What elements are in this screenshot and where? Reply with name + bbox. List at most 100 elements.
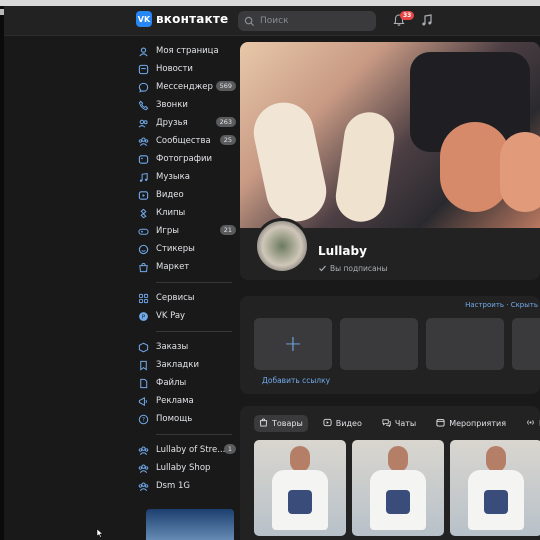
sidebar-item[interactable]: Друзья 263 [138,114,238,132]
tab-label: Видео [335,419,362,428]
avatar[interactable] [254,218,310,274]
add-link-label[interactable]: Добавить ссылку [262,376,330,385]
link-tile[interactable] [512,318,540,370]
sidebar-item[interactable]: Клипы [138,204,238,222]
svg-text:?: ? [142,416,145,423]
sidebar-item-label: Новости [156,64,193,74]
top-header: VK вконтакте 33 [4,6,540,36]
sidebar-item[interactable]: Мессенджер 569 [138,78,238,96]
sidebar-item[interactable]: Видео [138,186,238,204]
left-sidebar: Моя страница Новости Мессенджер 569 Звонки Др… [138,42,238,540]
tab-broadcast[interactable]: Реп [521,415,540,432]
sidebar-item[interactable]: Dsm 1G [138,477,238,495]
link-tile[interactable] [340,318,418,370]
group-icon [138,463,149,474]
sidebar-item[interactable]: Заказы [138,338,238,356]
product-list: Футболка оверсайз "де...Футболка оверсай… [254,440,540,540]
search-icon [244,16,255,26]
messenger-icon [138,82,149,93]
tab-bag[interactable]: Товары [254,415,308,432]
sidebar-item[interactable]: Музыка [138,168,238,186]
sidebar-item[interactable]: Закладки [138,356,238,374]
sidebar-divider [156,434,232,435]
product-image [450,440,540,536]
promo-banner[interactable] [146,509,234,540]
sidebar-item-label: Звонки [156,100,188,110]
news-icon [138,64,149,75]
video-icon [323,418,332,429]
music-icon [138,172,149,183]
sidebar-divider [156,282,232,283]
profile-icon [138,46,149,57]
group-icon [138,445,149,456]
sidebar-item[interactable]: Файлы [138,374,238,392]
subscription-status[interactable]: Вы подписаны [318,264,387,273]
count-badge: 1 [223,444,236,454]
sidebar-item[interactable]: Lullaby Shop [138,459,238,477]
sidebar-item[interactable]: Стикеры [138,240,238,258]
count-badge: 263 [215,117,236,127]
group-icon [138,481,149,492]
sidebar-divider [156,331,232,332]
sidebar-item-label: VK Pay [156,311,186,321]
sidebar-item-label: Сервисы [156,293,195,303]
sidebar-item[interactable]: Маркет [138,258,238,276]
browser-viewport: VK вконтакте 33 Моя страница Новости Мессе… [4,6,540,540]
link-tile[interactable] [426,318,504,370]
services-icon [138,293,149,304]
product-card[interactable]: Футболка оверсайз "де... [352,440,444,540]
sidebar-item-label: Файлы [156,378,187,388]
tab-calendar[interactable]: Мероприятия [431,415,511,432]
sidebar-item-label: Видео [156,190,184,200]
sidebar-item-label: Музыка [156,172,190,182]
sidebar-item-label: Сообщества [156,136,211,146]
add-link-button[interactable]: + [254,318,332,370]
sidebar-item-label: Dsm 1G [156,481,190,491]
chat-icon [382,418,391,429]
count-badge: 25 [219,135,236,145]
photos-icon [138,154,149,165]
sidebar-item[interactable]: Сервисы [138,289,238,307]
sidebar-item[interactable]: Фотографии [138,150,238,168]
sidebar-item-label: Мессенджер [156,82,213,92]
check-icon [319,265,326,272]
music-icon[interactable] [420,13,434,27]
sidebar-item[interactable]: Реклама [138,392,238,410]
shop-tabs: Товары Видео Чаты Мероприятия Реп [254,414,540,433]
product-image [254,440,346,536]
product-card[interactable]: Футболка оверсайз "де...1 690 ₽ [450,440,540,540]
communities-icon [138,136,149,147]
sidebar-item[interactable]: Игры 21 [138,222,238,240]
main-content: Lullaby Вы подписаны Настроить · Скрыть … [240,42,540,540]
links-actions[interactable]: Настроить · Скрыть [465,301,538,309]
sidebar-item[interactable]: P VK Pay [138,307,238,325]
orders-icon [138,342,149,353]
sidebar-item-label: Lullaby of Stre... [156,445,226,455]
product-image [352,440,444,536]
search-box[interactable] [238,11,376,31]
bookmarks-icon [138,360,149,371]
product-card[interactable]: Футболка оверсайз "де... [254,440,346,540]
sidebar-item[interactable]: Моя страница [138,42,238,60]
help-icon: ? [138,414,149,425]
cover-image [240,42,540,228]
link-tiles: + [254,318,540,370]
count-badge: 21 [219,225,236,235]
tab-chat[interactable]: Чаты [377,415,421,432]
games-icon [138,226,149,237]
tab-label: Мероприятия [449,419,507,428]
search-input[interactable] [260,16,360,26]
sidebar-item[interactable]: Сообщества 25 [138,132,238,150]
sidebar-item-label: Закладки [156,360,199,370]
tab-video[interactable]: Видео [318,415,367,432]
bag-icon [259,418,268,429]
vk-logo[interactable]: VK вконтакте [136,11,228,27]
sidebar-item[interactable]: Lullaby of Stre... 1 [138,441,238,459]
sidebar-item-label: Маркет [156,262,190,272]
count-badge: 569 [215,81,236,91]
sidebar-item[interactable]: Звонки [138,96,238,114]
sidebar-item-label: Lullaby Shop [156,463,211,473]
sidebar-item[interactable]: ? Помощь [138,410,238,428]
sidebar-item-label: Заказы [156,342,189,352]
sidebar-item[interactable]: Новости [138,60,238,78]
